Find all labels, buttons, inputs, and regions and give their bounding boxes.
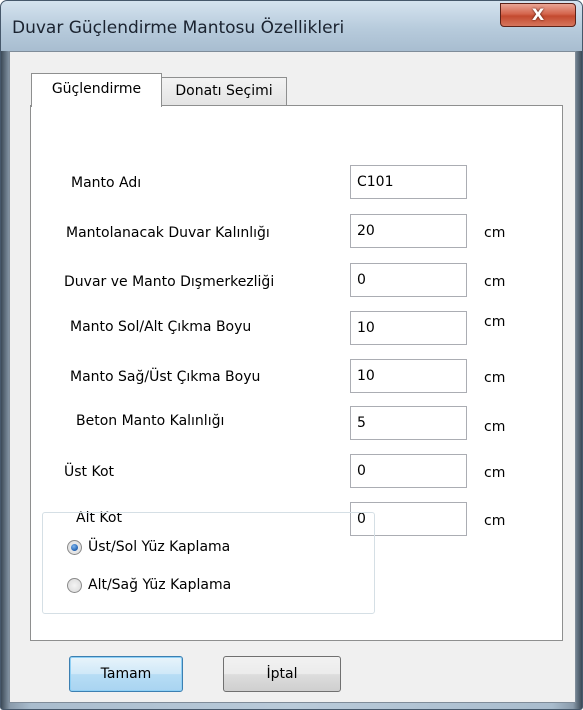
duvar-kalinligi-input[interactable]: 20 <box>350 214 467 248</box>
manto-adi-input[interactable]: C101 <box>350 165 467 199</box>
sol-alt-cikma-unit: cm <box>484 314 506 330</box>
beton-manto-unit: cm <box>484 419 506 435</box>
ust-kot-label: Üst Kot <box>64 464 115 480</box>
ust-sol-radio-label: Üst/Sol Yüz Kaplama <box>88 539 231 555</box>
ust-kot-unit: cm <box>484 465 506 481</box>
sag-ust-cikma-input[interactable]: 10 <box>350 359 467 393</box>
tab-panel: Manto Adı C101 Mantolanacak Duvar Kalınl… <box>30 105 563 641</box>
dismerkezlik-unit: cm <box>484 274 506 290</box>
alt-kot-unit: cm <box>484 513 506 529</box>
beton-manto-input[interactable]: 5 <box>350 406 467 440</box>
close-icon: X <box>531 5 545 24</box>
title-bar[interactable]: Duvar Güçlendirme Mantosu Özellikleri X <box>1 1 582 51</box>
tab-guclendirme[interactable]: Güçlendirme <box>31 73 162 107</box>
kaplama-groupbox: Üst/Sol Yüz Kaplama Alt/Sağ Yüz Kaplama <box>42 512 375 614</box>
close-button[interactable]: X <box>500 3 576 27</box>
sol-alt-cikma-label: Manto Sol/Alt Çıkma Boyu <box>70 319 252 335</box>
radio-checked-icon[interactable] <box>67 540 82 555</box>
ust-kot-input[interactable]: 0 <box>350 454 467 488</box>
manto-adi-label: Manto Adı <box>71 175 142 191</box>
cancel-button[interactable]: İptal <box>223 656 341 692</box>
dialog-window: Duvar Güçlendirme Mantosu Özellikleri X … <box>0 0 583 710</box>
dialog-client-area: Güçlendirme Donatı Seçimi Manto Adı C101… <box>9 51 576 703</box>
duvar-kalinligi-unit: cm <box>484 225 506 241</box>
sag-ust-cikma-unit: cm <box>484 370 506 386</box>
beton-manto-label: Beton Manto Kalınlığı <box>76 413 225 429</box>
tab-donati-secimi[interactable]: Donatı Seçimi <box>161 77 287 106</box>
duvar-kalinligi-label: Mantolanacak Duvar Kalınlığı <box>66 225 270 241</box>
dismerkezlik-label: Duvar ve Manto Dışmerkezliği <box>64 274 275 290</box>
dismerkezlik-input[interactable]: 0 <box>350 263 467 297</box>
sol-alt-cikma-input[interactable]: 10 <box>350 311 467 345</box>
alt-sag-radio-label: Alt/Sağ Yüz Kaplama <box>88 577 232 593</box>
ok-button[interactable]: Tamam <box>69 656 183 692</box>
radio-unchecked-icon[interactable] <box>67 578 82 593</box>
sag-ust-cikma-label: Manto Sağ/Üst Çıkma Boyu <box>70 369 261 385</box>
window-title: Duvar Güçlendirme Mantosu Özellikleri <box>12 18 345 38</box>
